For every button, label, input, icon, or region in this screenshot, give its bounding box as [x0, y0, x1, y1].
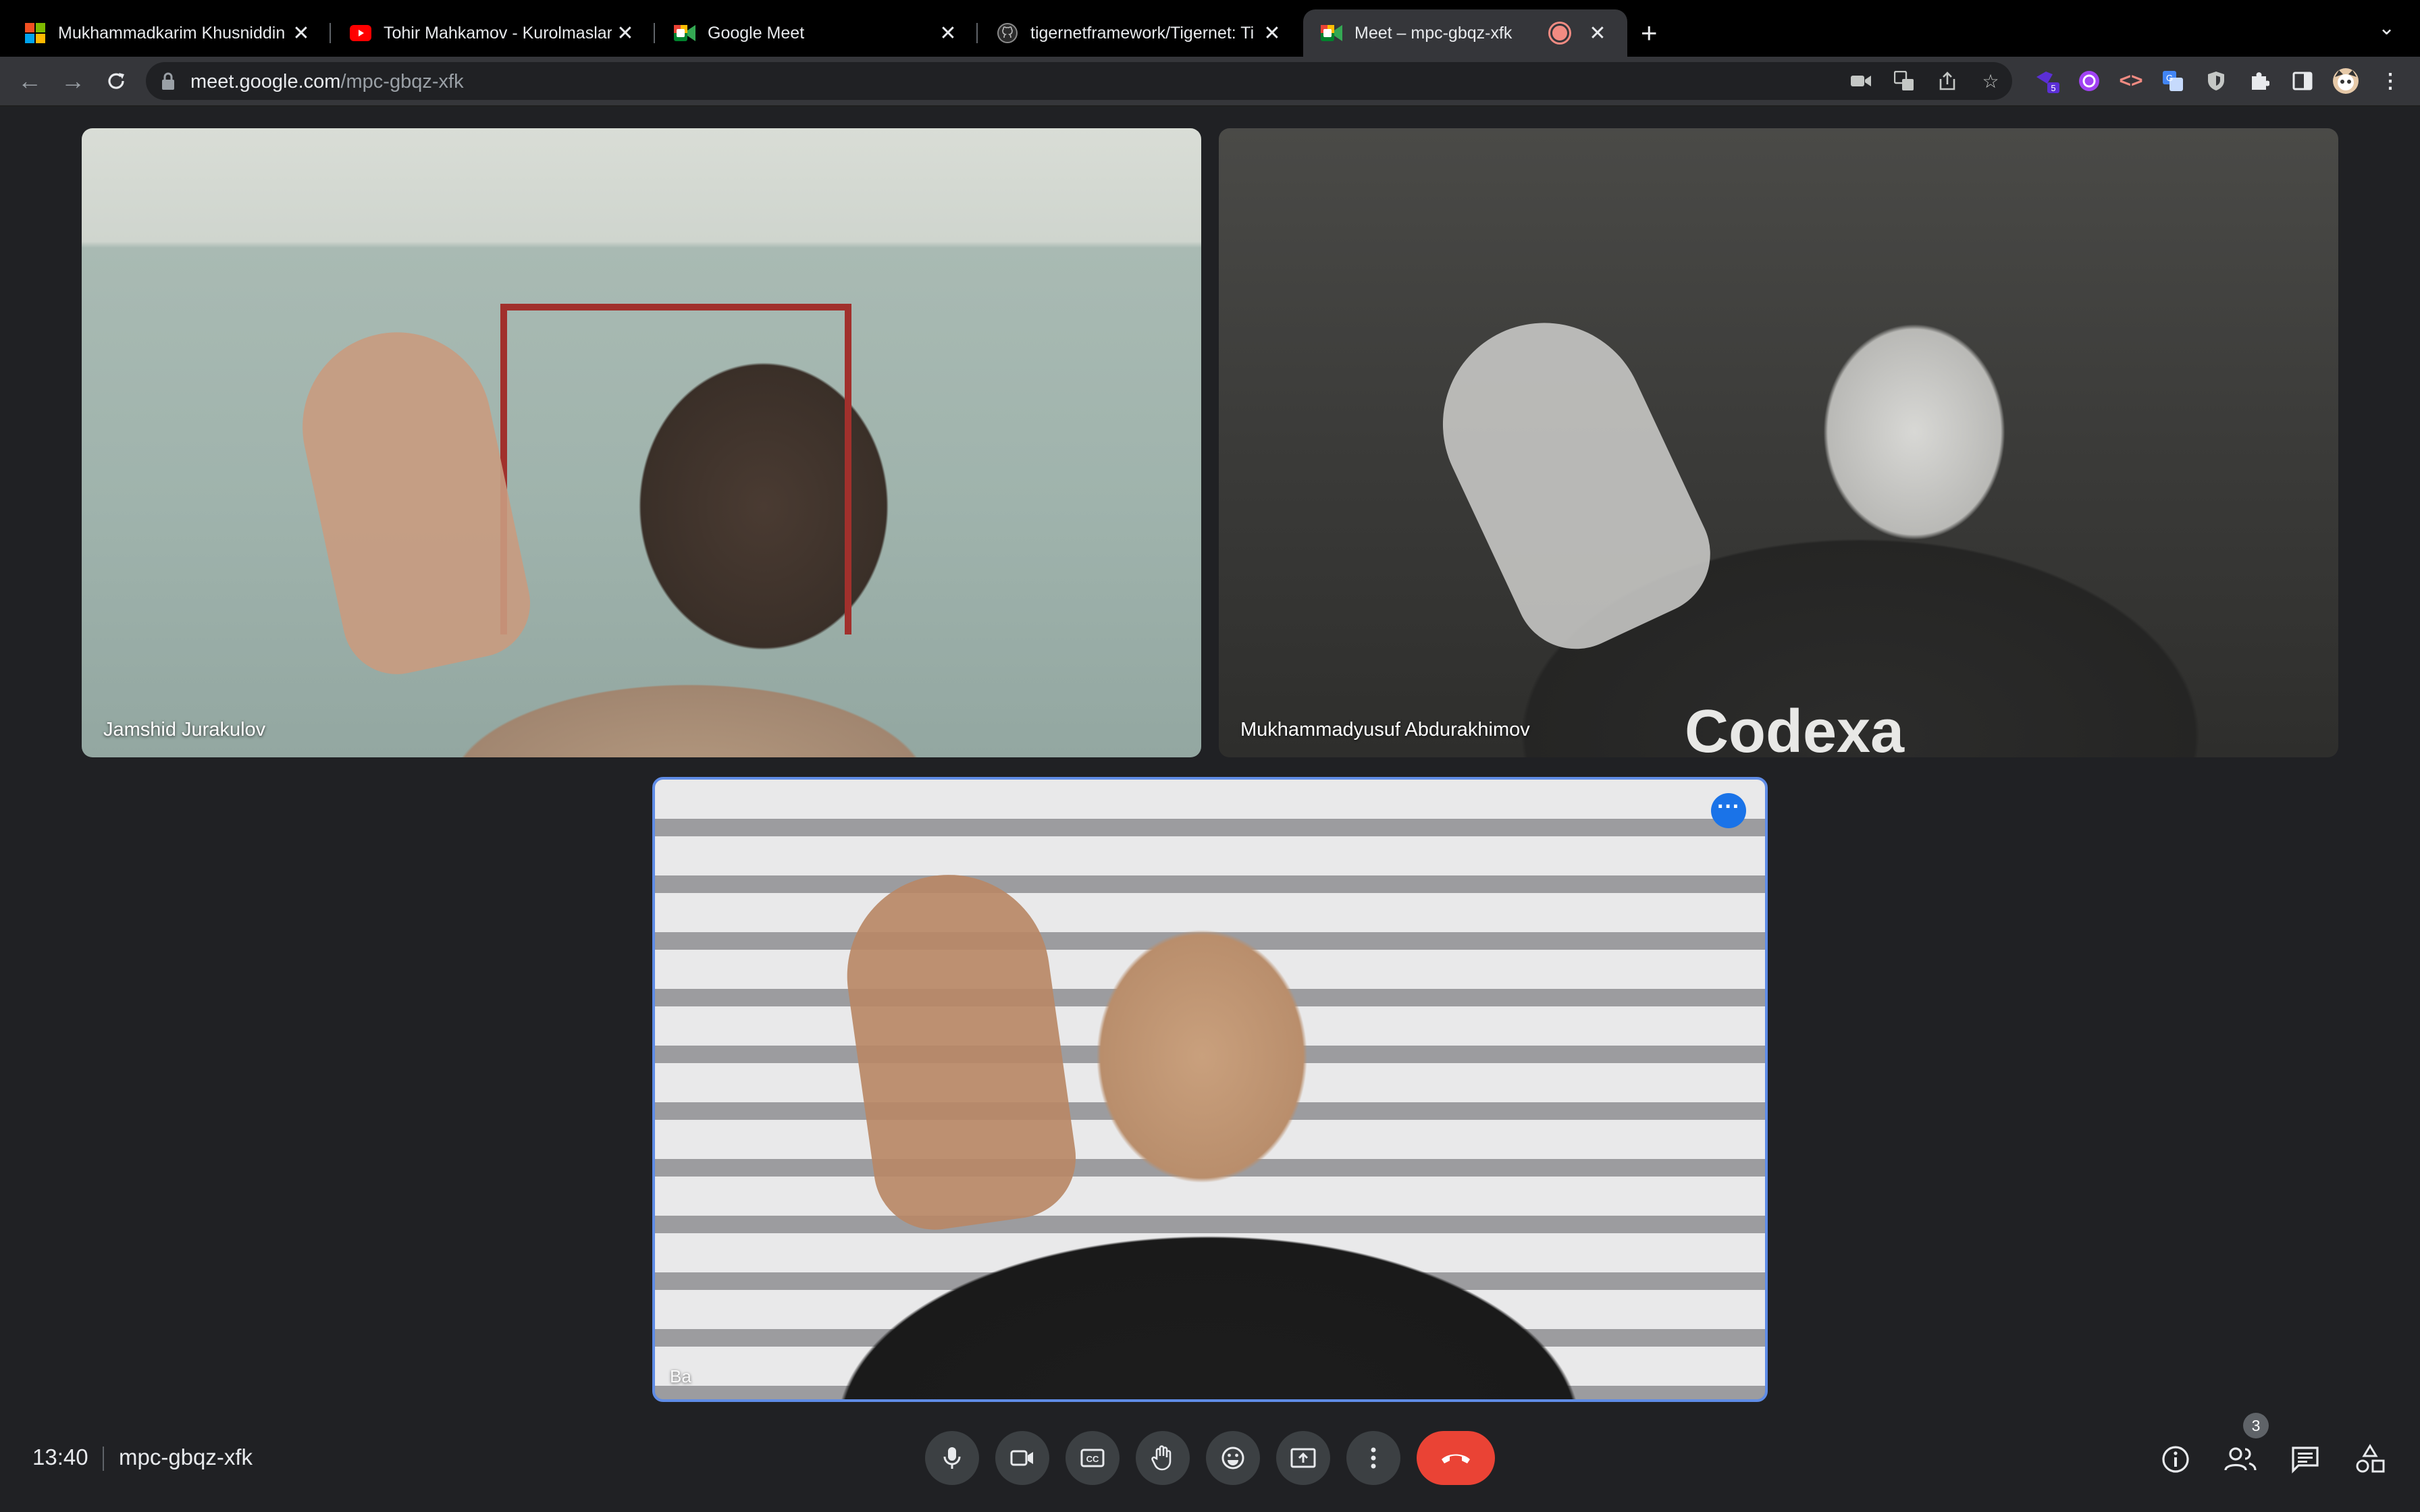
participant-tile-1[interactable]: Jamshid Jurakulov — [82, 128, 1201, 757]
video-hand-shape — [1409, 290, 1731, 669]
side-panel-icon[interactable] — [2289, 68, 2316, 94]
extension-badge-count: 5 — [2051, 83, 2055, 93]
profile-avatar-icon[interactable] — [2332, 68, 2359, 94]
activities-button[interactable] — [2352, 1442, 2388, 1477]
google-translate-ext-icon[interactable]: G — [2159, 68, 2186, 94]
people-icon — [2224, 1447, 2257, 1471]
tab-strip: Mukhammadkarim Khusniddin ✕ Tohir Mahkam… — [0, 0, 2420, 57]
google-meet-icon — [674, 22, 695, 44]
svg-text:CC: CC — [1086, 1454, 1099, 1464]
svg-text:G: G — [2166, 73, 2173, 83]
people-button[interactable] — [2223, 1442, 2258, 1477]
recording-indicator-icon — [1550, 24, 1569, 43]
browser-tab-1[interactable]: Mukhammadkarim Khusniddin ✕ — [0, 9, 331, 57]
vertical-dots-icon — [1371, 1447, 1376, 1469]
translate-icon[interactable] — [1892, 69, 1916, 93]
code-brackets-icon[interactable]: <> — [2118, 68, 2145, 94]
tab-title: Tohir Mahkamov - Kurolmaslar — [384, 23, 612, 43]
participant-tile-2[interactable]: Codexa Mukhammadyusuf Abdurakhimov — [1219, 128, 2338, 757]
browser-tab-3[interactable]: Google Meet ✕ — [655, 9, 978, 57]
closed-captions-icon: CC — [1080, 1449, 1105, 1467]
more-options-button[interactable] — [1346, 1431, 1400, 1485]
raise-hand-icon — [1151, 1445, 1172, 1471]
video-hand-shape — [834, 861, 1084, 1238]
camera-in-use-icon[interactable] — [1849, 69, 1873, 93]
browser-tab-2[interactable]: Tohir Mahkamov - Kurolmaslar ✕ — [331, 9, 655, 57]
close-tab-icon[interactable]: ✕ — [1584, 22, 1611, 45]
participant-tile-self[interactable]: ··· Ba — [652, 777, 1768, 1402]
back-arrow-icon[interactable]: ← — [14, 65, 46, 97]
close-tab-icon[interactable]: ✕ — [1259, 22, 1286, 45]
reactions-button[interactable] — [1206, 1431, 1260, 1485]
bottom-divider — [103, 1447, 104, 1471]
extension-puzzle-badge-icon[interactable]: 5 — [2034, 68, 2061, 94]
present-screen-button[interactable] — [1276, 1431, 1330, 1485]
tab-search-chevron-icon[interactable]: ⌄ — [2378, 16, 2395, 40]
participant-name: Ba — [670, 1366, 691, 1386]
google-meet-icon — [1321, 22, 1342, 44]
reload-icon[interactable] — [100, 65, 132, 97]
lock-icon — [162, 72, 174, 90]
tab-title: Google Meet — [708, 23, 805, 43]
microphone-button[interactable] — [925, 1431, 979, 1485]
captions-button[interactable]: CC — [1066, 1431, 1120, 1485]
microsoft-icon — [24, 22, 46, 44]
leave-call-button[interactable] — [1417, 1431, 1495, 1485]
info-icon — [2162, 1446, 2189, 1473]
participant-name: Jamshid Jurakulov — [103, 719, 266, 740]
tab-title: tigernetframework/Tigernet: Ti — [1030, 23, 1255, 43]
close-tab-icon[interactable]: ✕ — [288, 22, 315, 45]
github-icon — [997, 22, 1018, 44]
present-screen-icon — [1290, 1448, 1316, 1468]
address-bar[interactable]: meet.google.com/mpc-gbqz-xfk ☆ — [146, 62, 2012, 100]
shirt-logo-text: Codexa — [1685, 698, 1905, 757]
participant-count-badge: 3 — [2243, 1413, 2269, 1438]
activities-shapes-icon — [2356, 1444, 2385, 1473]
youtube-icon — [350, 22, 371, 44]
tab-title: Meet – mpc-gbqz-xfk — [1354, 23, 1512, 43]
bookmark-star-icon[interactable]: ☆ — [1978, 69, 2003, 93]
meeting-details-button[interactable] — [2158, 1442, 2193, 1477]
extensions-puzzle-icon[interactable] — [2246, 68, 2273, 94]
browser-toolbar: ← → meet.google.com/mpc-gbqz-xfk ☆ 5 <> … — [0, 57, 2420, 107]
close-tab-icon[interactable]: ✕ — [612, 22, 639, 45]
raise-hand-button[interactable] — [1136, 1431, 1190, 1485]
shield-icon[interactable] — [2203, 68, 2230, 94]
microphone-icon — [943, 1447, 961, 1469]
hang-up-phone-icon — [1442, 1454, 1470, 1463]
emoji-smiley-icon — [1221, 1447, 1244, 1469]
forward-arrow-icon[interactable]: → — [57, 65, 89, 97]
close-tab-icon[interactable]: ✕ — [935, 22, 962, 45]
camera-icon — [1010, 1450, 1033, 1466]
url-path: /mpc-gbqz-xfk — [340, 71, 464, 92]
meeting-code: mpc-gbqz-xfk — [119, 1444, 253, 1469]
share-icon[interactable] — [1935, 69, 1959, 93]
browser-tab-5-active[interactable]: Meet – mpc-gbqz-xfk ✕ — [1303, 9, 1627, 57]
url-host: meet.google.com — [190, 71, 341, 92]
meeting-clock: 13:40 — [32, 1444, 88, 1469]
url-text: meet.google.com/mpc-gbqz-xfk — [190, 71, 464, 93]
browser-tab-4[interactable]: tigernetframework/Tigernet: Ti ✕ — [978, 9, 1302, 57]
tab-title: Mukhammadkarim Khusniddin — [58, 23, 286, 43]
browser-menu-icon[interactable]: ⋮ — [2377, 68, 2404, 94]
new-tab-button[interactable]: + — [1641, 16, 1658, 50]
chat-icon — [2292, 1447, 2319, 1474]
chat-button[interactable] — [2288, 1442, 2323, 1477]
camera-button[interactable] — [995, 1431, 1049, 1485]
purple-extension-icon[interactable] — [2076, 68, 2103, 94]
tile-more-options-button[interactable]: ··· — [1711, 793, 1746, 828]
participant-name: Mukhammadyusuf Abdurakhimov — [1240, 719, 1530, 740]
video-background-frame — [500, 304, 851, 634]
